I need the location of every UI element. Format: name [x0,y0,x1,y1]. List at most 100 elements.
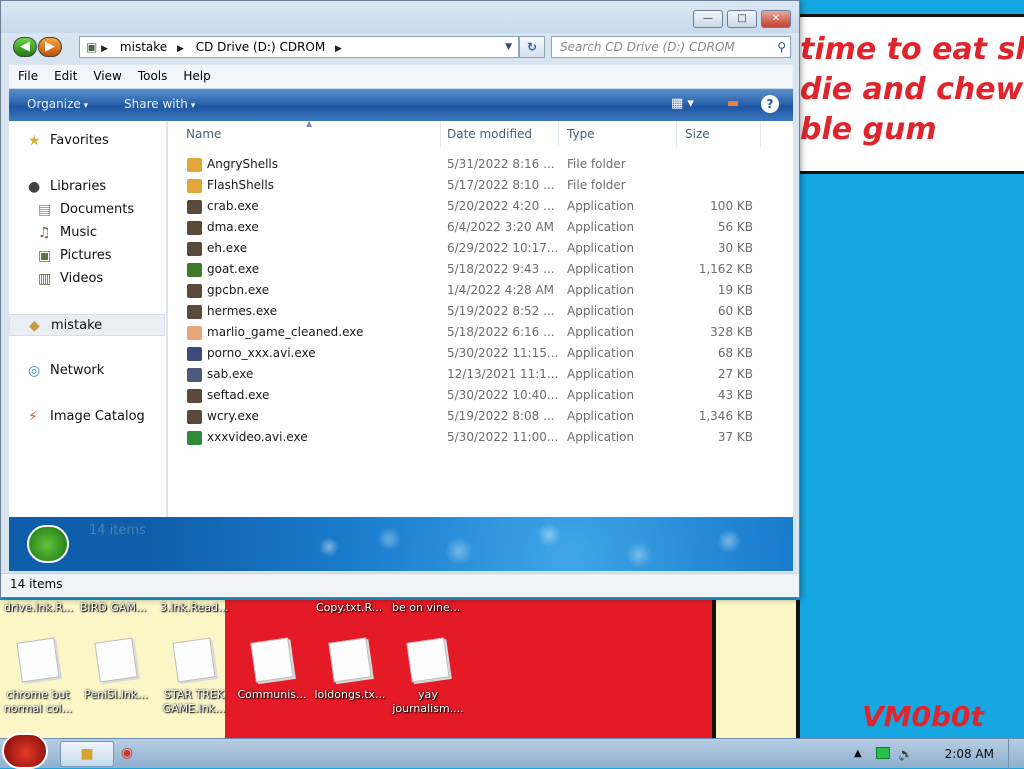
file-name: AngryShells [207,157,278,171]
file-name: hermes.exe [207,304,278,318]
help-icon[interactable]: ? [761,95,779,113]
folder-icon [187,179,202,193]
file-row[interactable]: wcry.exe 5/19/2022 8:08 ... Application 1,3… [168,406,793,427]
file-row[interactable]: sab.exe 12/13/2021 11:1... Application 27 K… [168,364,793,385]
address-bar[interactable]: ▣ ▶ mistake ▶ CD Drive (D:) CDROM ▶ ▼ [79,36,519,58]
file-date: 1/4/2022 4:28 AM [447,283,555,297]
column-header-type[interactable]: Type [559,121,677,147]
column-header-date[interactable]: Date modified [439,121,559,147]
file-row[interactable]: seftad.exe 5/30/2022 10:40... Application 4… [168,385,793,406]
change-view-icon[interactable]: ▦ ▾ [671,96,694,111]
desktop-icon-label[interactable]: BIRD GAM... [80,601,146,614]
homegroup-icon: ◆ [29,318,40,334]
file-row[interactable]: eh.exe 6/29/2022 10:17... Application 30 KB [168,238,793,259]
desktop-icon-label[interactable]: Copy.txt.R... [316,601,382,614]
desktop-icon-label: chrome but normal col... [3,688,73,715]
clock[interactable]: 2:08 AM [945,739,994,769]
wallpaper-yellow-right [712,600,800,740]
desktop-icon[interactable]: STAR TREK GAME.lnk... [156,637,232,716]
taskbar-chrome-button[interactable]: ◉ [114,741,140,767]
menu-tools[interactable]: Tools [129,65,175,83]
music-icon: ♫ [38,225,51,241]
address-row: ◀ ▶ ▣ ▶ mistake ▶ CD Drive (D:) CDROM ▶ … [1,33,799,63]
desktop-icon-label[interactable]: be on vine... [392,601,460,614]
show-desktop-button[interactable] [1008,739,1020,769]
file-date: 5/30/2022 11:15... [447,346,559,360]
nav-item-network[interactable]: ◎ Network [9,360,165,382]
desktop-icon[interactable]: yay journalism.... [390,637,466,716]
column-header-size[interactable]: Size [677,121,761,147]
desktop-icon[interactable]: loldongs.tx... [312,637,388,702]
search-placeholder: Search CD Drive (D:) CDROM [560,40,735,54]
taskbar-explorer-button[interactable]: ■ [60,741,114,767]
file-row[interactable]: dma.exe 6/4/2022 3:20 AM Application 56 KB [168,217,793,238]
share-with-button[interactable]: Share with [124,97,195,111]
desktop-icon[interactable]: chrome but normal col... [0,637,76,716]
menu-help[interactable]: Help [174,65,217,83]
exe-icon [187,200,202,214]
nav-item-label: mistake [51,318,103,333]
column-header-name[interactable]: Name [178,121,441,147]
file-size: 37 KB [717,430,753,444]
file-row[interactable]: FlashShells 5/17/2022 8:10 ... File folder [168,175,793,196]
start-button[interactable] [2,733,48,769]
file-name: FlashShells [207,178,274,192]
file-name: porno_xxx.avi.exe [207,346,316,360]
file-row[interactable]: AngryShells 5/31/2022 8:16 ... File folder [168,154,793,175]
nav-item-documents[interactable]: ▤ Documents [9,199,165,221]
explorer-window[interactable]: — □ ✕ ◀ ▶ ▣ ▶ mistake ▶ CD Drive (D:) CD… [0,0,800,598]
system-tray: ▲ 🔊 2:08 AM [854,739,1024,769]
breadcrumb-cd-drive[interactable]: CD Drive (D:) CDROM [196,40,325,54]
computer-exe-icon [187,368,202,382]
exe-icon [187,347,202,361]
nav-item-pictures[interactable]: ▣ Pictures [9,245,165,267]
network-tray-icon[interactable] [876,747,890,759]
file-row[interactable]: porno_xxx.avi.exe 5/30/2022 11:15... Appli… [168,343,793,364]
organize-button[interactable]: Organize [27,97,88,111]
nav-item-music[interactable]: ♫ Music [9,222,165,244]
close-button[interactable]: ✕ [761,10,791,28]
desktop-icon[interactable]: Communis... [234,637,310,702]
search-icon[interactable]: ⚲ [777,37,786,57]
menu-file[interactable]: File [9,65,45,83]
file-row[interactable]: hermes.exe 5/19/2022 8:52 ... Application 6… [168,301,793,322]
maximize-button[interactable]: □ [727,10,757,28]
preview-pane-icon[interactable]: ▬ [727,96,739,111]
menu-bar: File Edit View Tools Help [9,65,793,89]
goat-exe-icon [187,263,202,277]
nav-item-videos[interactable]: ▥ Videos [9,268,165,290]
menu-view[interactable]: View [84,65,128,83]
desktop-icon-label[interactable]: drive.lnk.R... [4,601,73,614]
exe-icon [187,305,202,319]
address-dropdown-icon[interactable]: ▼ [505,37,512,57]
desktop-icon[interactable]: PeniSl.lnk... [78,637,154,702]
file-row[interactable]: crab.exe 5/20/2022 4:20 ... Application 100… [168,196,793,217]
drive-bird-icon [27,525,69,563]
menu-edit[interactable]: Edit [45,65,84,83]
file-row[interactable]: xxxvideo.avi.exe 5/30/2022 11:00... Applic… [168,427,793,448]
minimize-button[interactable]: — [693,10,723,28]
volume-icon[interactable]: 🔊 [898,739,913,769]
desktop-icon-label[interactable]: 3.lnk.Read... [160,601,229,614]
forward-button[interactable]: ▶ [38,37,62,57]
nav-item-favorites[interactable]: ★ Favorites [9,130,165,152]
file-name: crab.exe [207,199,259,213]
navigation-pane: ★ Favorites ● Libraries ▤ Documents ♫ Music ▣ Pic… [9,121,167,517]
file-size: 1,162 KB [698,262,753,276]
title-bar[interactable]: — □ ✕ [1,1,799,33]
nav-item-mistake[interactable]: ◆ mistake [9,314,165,336]
chrome-icon: ◉ [120,745,134,761]
back-button[interactable]: ◀ [13,37,37,57]
nav-item-image-catalog[interactable]: ⚡ Image Catalog [9,406,165,428]
search-input[interactable]: Search CD Drive (D:) CDROM ⚲ [551,36,791,58]
refresh-button[interactable]: ↻ [519,36,545,58]
breadcrumb-mistake[interactable]: mistake [120,40,167,54]
file-size: 19 KB [717,283,753,297]
file-row[interactable]: gpcbn.exe 1/4/2022 4:28 AM Application 19 K… [168,280,793,301]
file-row[interactable]: goat.exe 5/18/2022 9:43 ... Application 1,1… [168,259,793,280]
tray-expand-icon[interactable]: ▲ [854,739,862,769]
nav-item-libraries[interactable]: ● Libraries [9,176,165,198]
pictures-icon: ▣ [38,248,52,264]
file-row[interactable]: marlio_game_cleaned.exe 5/18/2022 6:16 ..… [168,322,793,343]
file-date: 5/31/2022 8:16 ... [447,157,555,171]
